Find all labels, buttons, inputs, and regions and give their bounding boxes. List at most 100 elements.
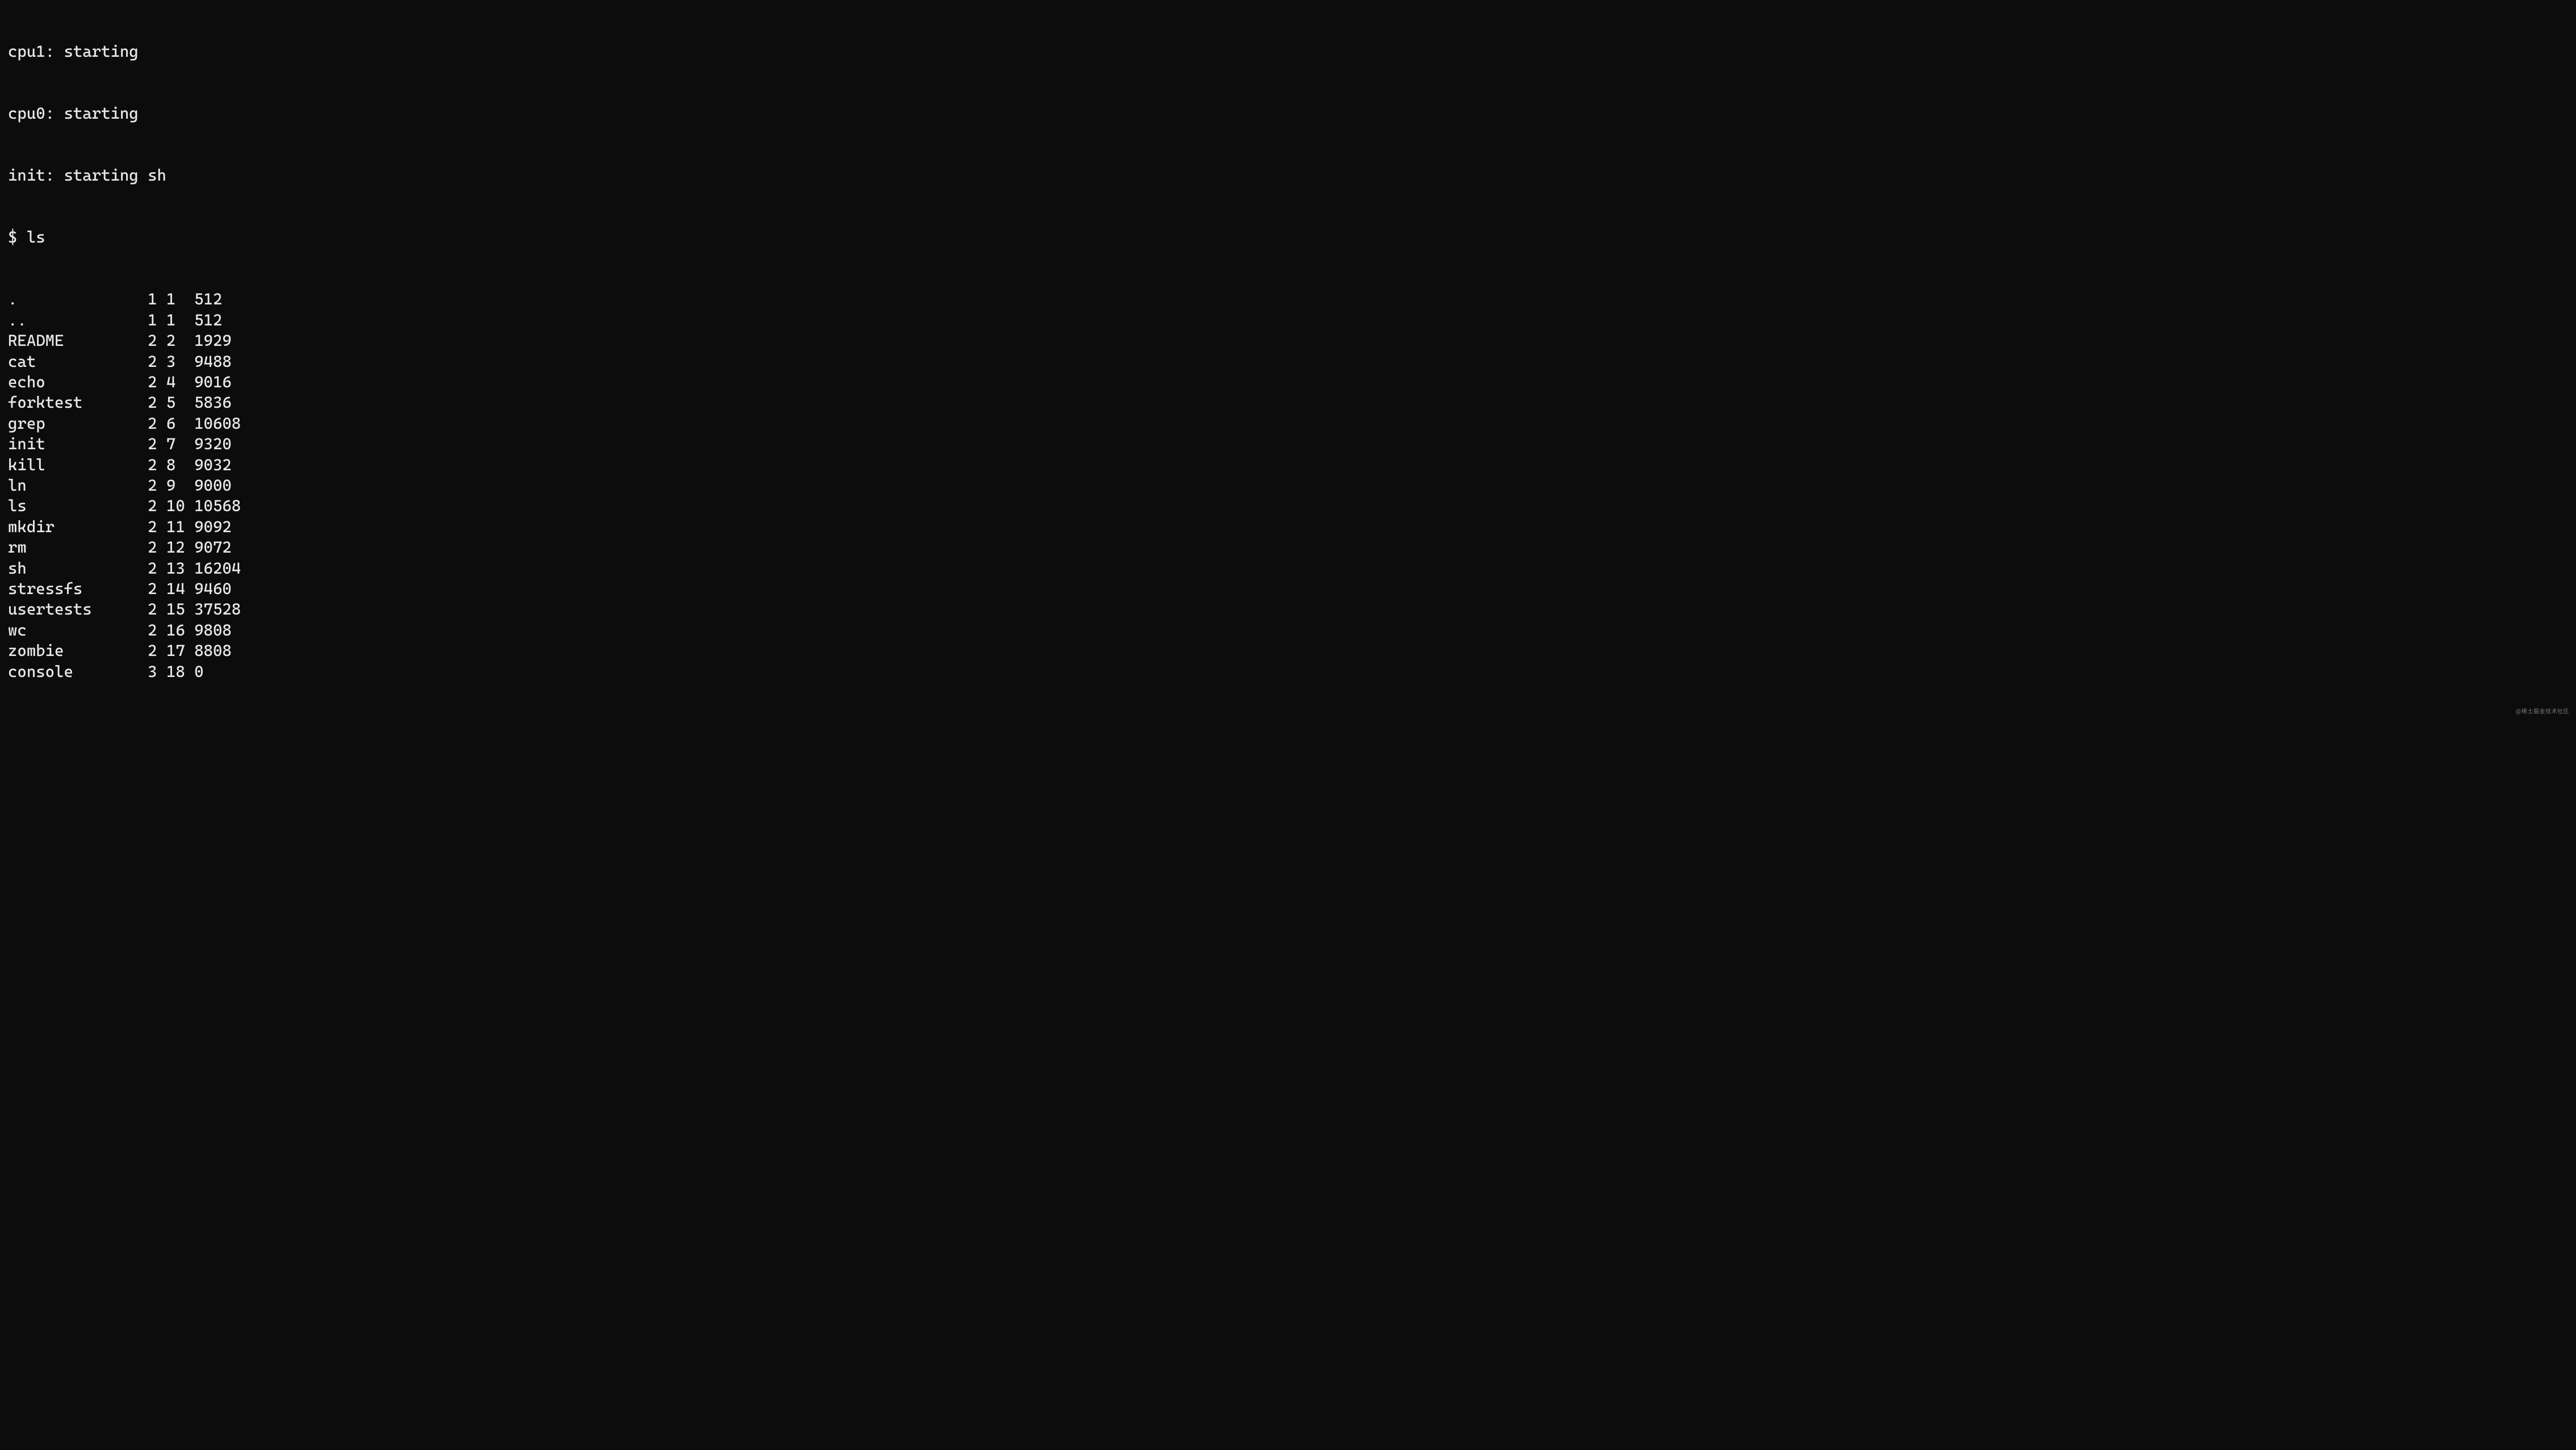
- file-type: 2: [148, 372, 166, 392]
- ls-row: cat239488: [8, 352, 2568, 372]
- ls-row: .11512: [8, 289, 2568, 310]
- file-name: init: [8, 434, 148, 454]
- ls-row: forktest255836: [8, 392, 2568, 413]
- file-inode: 12: [166, 537, 194, 558]
- file-inode: 5: [166, 392, 194, 413]
- file-type: 1: [148, 289, 166, 310]
- ls-row: ln299000: [8, 475, 2568, 496]
- file-type: 2: [148, 496, 166, 516]
- file-name: mkdir: [8, 517, 148, 537]
- file-inode: 8: [166, 455, 194, 475]
- file-type: 2: [148, 455, 166, 475]
- file-size: 1929: [194, 331, 232, 351]
- file-name: .: [8, 289, 148, 310]
- file-size: 512: [194, 310, 222, 331]
- file-inode: 16: [166, 620, 194, 641]
- file-inode: 11: [166, 517, 194, 537]
- watermark-text: @稀土掘金技术社区: [2515, 708, 2569, 716]
- file-type: 2: [148, 434, 166, 454]
- file-type: 2: [148, 620, 166, 641]
- file-type: 2: [148, 599, 166, 620]
- boot-line: cpu1: starting: [8, 41, 2568, 62]
- file-name: README: [8, 331, 148, 351]
- ls-row: README221929: [8, 331, 2568, 351]
- file-name: grep: [8, 413, 148, 434]
- file-inode: 18: [166, 662, 194, 682]
- boot-line: init: starting sh: [8, 165, 2568, 186]
- file-inode: 3: [166, 352, 194, 372]
- boot-line: cpu0: starting: [8, 103, 2568, 124]
- file-name: ln: [8, 475, 148, 496]
- file-size: 9488: [194, 352, 232, 372]
- file-inode: 13: [166, 558, 194, 579]
- file-type: 2: [148, 352, 166, 372]
- ls-row: kill289032: [8, 455, 2568, 475]
- file-name: cat: [8, 352, 148, 372]
- file-name: usertests: [8, 599, 148, 620]
- file-size: 9016: [194, 372, 232, 392]
- file-size: 9460: [194, 579, 232, 599]
- file-size: 9092: [194, 517, 232, 537]
- ls-row: usertests21537528: [8, 599, 2568, 620]
- file-size: 10608: [194, 413, 241, 434]
- file-name: rm: [8, 537, 148, 558]
- file-inode: 6: [166, 413, 194, 434]
- file-type: 2: [148, 517, 166, 537]
- file-inode: 10: [166, 496, 194, 516]
- file-name: ls: [8, 496, 148, 516]
- prompt-line: $ ls: [8, 227, 2568, 248]
- file-size: 9032: [194, 455, 232, 475]
- terminal-output[interactable]: cpu1: starting cpu0: starting init: star…: [0, 0, 2576, 724]
- file-name: console: [8, 662, 148, 682]
- file-inode: 2: [166, 331, 194, 351]
- ls-row: rm2129072: [8, 537, 2568, 558]
- ls-row: echo249016: [8, 372, 2568, 392]
- ls-row: wc2169808: [8, 620, 2568, 641]
- ls-output: .11512..11512README221929cat239488echo24…: [8, 289, 2568, 682]
- file-name: wc: [8, 620, 148, 641]
- file-inode: 1: [166, 289, 194, 310]
- file-size: 9320: [194, 434, 232, 454]
- ls-row: init279320: [8, 434, 2568, 454]
- ls-row: sh21316204: [8, 558, 2568, 579]
- file-type: 2: [148, 331, 166, 351]
- file-name: stressfs: [8, 579, 148, 599]
- ls-row: ls21010568: [8, 496, 2568, 516]
- file-type: 2: [148, 537, 166, 558]
- file-name: sh: [8, 558, 148, 579]
- file-name: ..: [8, 310, 148, 331]
- file-name: forktest: [8, 392, 148, 413]
- file-size: 8808: [194, 641, 232, 661]
- file-size: 37528: [194, 599, 241, 620]
- file-size: 0: [194, 662, 203, 682]
- ls-row: ..11512: [8, 310, 2568, 331]
- file-inode: 9: [166, 475, 194, 496]
- file-inode: 7: [166, 434, 194, 454]
- file-type: 2: [148, 579, 166, 599]
- file-size: 512: [194, 289, 222, 310]
- ls-row: zombie2178808: [8, 641, 2568, 661]
- file-inode: 4: [166, 372, 194, 392]
- ls-row: console3180: [8, 662, 2568, 682]
- file-size: 9808: [194, 620, 232, 641]
- command-text: ls: [27, 228, 45, 246]
- ls-row: grep2610608: [8, 413, 2568, 434]
- file-type: 2: [148, 392, 166, 413]
- file-size: 9000: [194, 475, 232, 496]
- file-type: 2: [148, 413, 166, 434]
- file-type: 1: [148, 310, 166, 331]
- file-type: 2: [148, 641, 166, 661]
- file-size: 5836: [194, 392, 232, 413]
- file-name: echo: [8, 372, 148, 392]
- file-inode: 15: [166, 599, 194, 620]
- file-type: 2: [148, 558, 166, 579]
- shell-prompt: $: [8, 228, 27, 246]
- file-size: 9072: [194, 537, 232, 558]
- ls-row: stressfs2149460: [8, 579, 2568, 599]
- file-type: 3: [148, 662, 166, 682]
- file-inode: 1: [166, 310, 194, 331]
- file-size: 16204: [194, 558, 241, 579]
- ls-row: mkdir2119092: [8, 517, 2568, 537]
- file-name: kill: [8, 455, 148, 475]
- file-name: zombie: [8, 641, 148, 661]
